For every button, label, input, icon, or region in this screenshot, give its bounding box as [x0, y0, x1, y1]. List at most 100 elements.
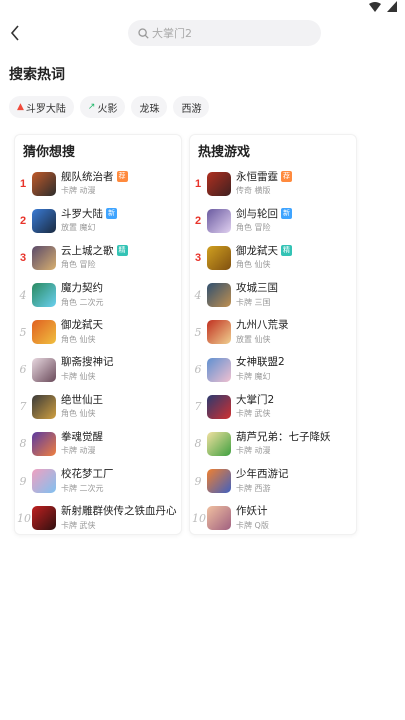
- game-name-line: 校花梦工厂: [61, 467, 179, 481]
- game-icon-art: [207, 320, 231, 345]
- game-name-line: 永恒雷霆荐: [236, 169, 354, 183]
- game-tags: 卡牌 动漫: [61, 186, 96, 195]
- hot-word-label: 斗罗大陆: [25, 103, 66, 115]
- game-info: 云上城之歌精角色 冒险: [61, 243, 179, 270]
- game-row[interactable]: 6 聊斋搜神记卡牌 仙侠: [15, 351, 181, 388]
- game-icon: [32, 171, 56, 196]
- rank-number: 8: [19, 437, 27, 451]
- game-name: 魔力契约: [61, 282, 103, 295]
- game-tags: 角色 仙侠: [61, 409, 96, 419]
- game-row[interactable]: 2 斗罗大陆新放置 魔幻: [15, 202, 181, 239]
- game-icon: [207, 245, 231, 270]
- game-icon-art: [32, 208, 56, 233]
- game-name-line: 斗罗大陆新: [61, 206, 179, 220]
- status-bar: [0, 0, 405, 14]
- game-name: 绝世仙王: [61, 393, 103, 406]
- game-tags: 卡牌 三国: [236, 297, 271, 307]
- game-info: 御龙弑天 角色 仙侠: [61, 318, 179, 345]
- game-row[interactable]: 1 永恒雷霆荐传奇 横版: [190, 165, 356, 202]
- game-info: 聊斋搜神记卡牌 仙侠: [61, 355, 179, 382]
- hot-words-tags: ▲ 斗罗大陆 ↗ 火影 龙珠 西游: [9, 96, 210, 118]
- game-icon: [207, 506, 231, 531]
- rank-number: 4: [19, 288, 27, 302]
- game-row[interactable]: 3 云上城之歌精角色 冒险: [15, 239, 181, 276]
- game-tags: 卡牌 武侠: [236, 409, 271, 419]
- game-name-line: 魔力契约: [61, 281, 179, 295]
- game-name-line: 云上城之歌精: [61, 243, 179, 257]
- game-name-line: 绝世仙王: [61, 392, 179, 406]
- game-info: 葫芦兄弟：七子降妖 卡牌 动漫: [236, 429, 354, 456]
- search-input[interactable]: [152, 26, 302, 40]
- game-row[interactable]: 8 葫芦兄弟：七子降妖 卡牌 动漫: [190, 425, 356, 462]
- game-tags: 卡牌 仙侠: [61, 371, 96, 381]
- rank-number: 1: [19, 177, 27, 190]
- game-name-line: 聊斋搜神记: [61, 355, 179, 369]
- search-icon: [138, 27, 149, 39]
- game-name-line: 御龙弑天精: [236, 243, 354, 257]
- hot-word-tag[interactable]: 西游: [173, 96, 210, 118]
- game-icon: [32, 394, 56, 419]
- hot-words-title: 搜索热词: [9, 67, 65, 83]
- game-row[interactable]: 9 校花梦工厂 卡牌 二次元: [15, 463, 181, 500]
- game-name: 聊斋搜神记: [61, 356, 114, 369]
- game-row[interactable]: 2 剑与轮回新角色 冒险: [190, 202, 356, 239]
- game-icon: [32, 357, 56, 382]
- game-row[interactable]: 1 舰队统治者荐卡牌 动漫: [15, 165, 181, 202]
- game-info: 攻城三国 卡牌 三国: [236, 281, 354, 308]
- game-name: 攻城三国: [236, 282, 278, 295]
- game-row[interactable]: 9 少年西游记 卡牌 西游: [190, 463, 356, 500]
- game-name-line: 拳魂觉醒: [61, 429, 179, 443]
- game-tags: 卡牌 动漫: [61, 446, 96, 456]
- rank-number: 5: [194, 325, 202, 339]
- back-button[interactable]: [4, 22, 26, 44]
- game-row[interactable]: 7 大掌门2 卡牌 武侠: [190, 388, 356, 425]
- game-icon-art: [207, 506, 231, 531]
- game-row[interactable]: 10 作妖计 卡牌 Q版: [190, 500, 356, 537]
- game-badge: 精: [116, 244, 128, 256]
- hot-word-tag[interactable]: ▲ 斗罗大陆: [9, 96, 74, 118]
- game-name-line: 攻城三国: [236, 281, 354, 295]
- game-info: 绝世仙王 角色 仙侠: [61, 392, 179, 419]
- game-info: 少年西游记卡牌 西游: [236, 467, 354, 494]
- game-icon-art: [32, 245, 56, 270]
- game-row[interactable]: 8 拳魂觉醒卡牌 动漫: [15, 425, 181, 462]
- game-icon: [207, 431, 231, 456]
- game-info: 剑与轮回新角色 冒险: [236, 206, 354, 233]
- game-tags: 卡牌 西游: [236, 483, 271, 493]
- game-name-line: 少年西游记: [236, 467, 354, 481]
- search-box[interactable]: [128, 20, 321, 46]
- game-tags: 卡牌 动漫: [236, 446, 271, 456]
- hot-word-tag[interactable]: ↗ 火影: [79, 96, 126, 118]
- game-row[interactable]: 10 新射雕群侠传之铁血丹心 卡牌 武侠: [15, 500, 181, 537]
- hot-word-tag[interactable]: 龙珠: [131, 96, 168, 118]
- game-row[interactable]: 4 攻城三国 卡牌 三国: [190, 277, 356, 314]
- game-tags: 角色 冒险: [61, 260, 96, 270]
- game-row[interactable]: 4 魔力契约角色 二次元: [15, 277, 181, 314]
- game-name: 新射雕群侠传之铁血丹心: [61, 505, 177, 518]
- game-name: 少年西游记: [236, 468, 289, 480]
- game-row[interactable]: 6 女神联盟2 卡牌 魔幻: [190, 351, 356, 388]
- rank-number: 6: [194, 363, 202, 377]
- hot-word-label: 龙珠: [139, 103, 160, 115]
- hot-games-title: 热搜游戏: [198, 145, 251, 160]
- fire-icon: ▲: [17, 102, 24, 112]
- game-name: 作妖计: [236, 505, 268, 518]
- game-name-line: 剑与轮回新: [236, 206, 354, 220]
- game-tags: 角色 二次元: [61, 297, 104, 307]
- game-icon: [207, 283, 231, 308]
- game-icon-art: [32, 506, 56, 531]
- game-icon-art: [32, 357, 56, 382]
- game-name: 云上城之歌: [61, 244, 114, 257]
- hot-word-label: 西游: [181, 103, 202, 115]
- rank-number: 6: [19, 363, 27, 377]
- rank-number: 1: [194, 177, 202, 190]
- game-row[interactable]: 3 御龙弑天精角色 仙侠: [190, 239, 356, 276]
- guess-card: 猜你想搜 1 舰队统治者荐卡牌 动漫 2 斗罗大陆新放置 魔幻 3 云上城之歌精角色 冒险…: [14, 134, 182, 535]
- game-row[interactable]: 7 绝世仙王 角色 仙侠: [15, 388, 181, 425]
- game-info: 九州八荒录 放置 仙侠: [236, 318, 354, 345]
- rank-number: 8: [194, 437, 202, 451]
- game-icon-art: [207, 394, 231, 419]
- rank-number: 3: [19, 251, 27, 264]
- game-row[interactable]: 5 御龙弑天 角色 仙侠: [15, 314, 181, 351]
- game-row[interactable]: 5 九州八荒录 放置 仙侠: [190, 314, 356, 351]
